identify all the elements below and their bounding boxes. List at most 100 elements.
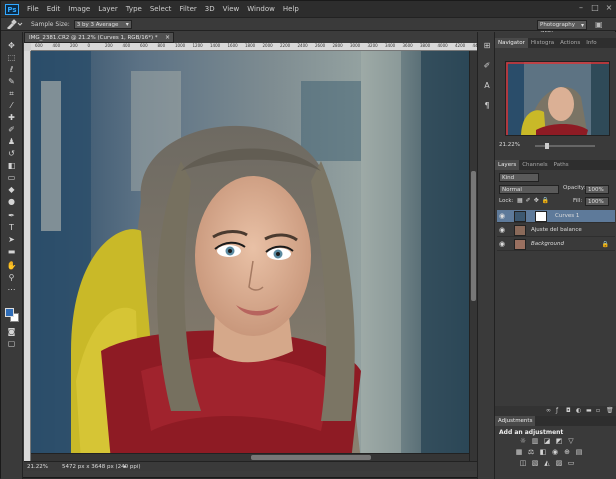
menu-filter[interactable]: Filter bbox=[175, 5, 200, 13]
eyedropper-icon[interactable] bbox=[5, 19, 23, 30]
menu-view[interactable]: View bbox=[219, 5, 244, 13]
extra-tools-icon[interactable]: ⋯ bbox=[4, 284, 19, 295]
fill-input[interactable]: 100% bbox=[585, 197, 609, 206]
lasso-tool-icon[interactable]: ℓ bbox=[4, 64, 19, 75]
layer-mask-thumb[interactable] bbox=[535, 211, 547, 222]
history-brush-tool-icon[interactable]: ↺ bbox=[4, 148, 19, 159]
brush-panel-icon[interactable]: ✐ bbox=[481, 60, 493, 72]
document-tab[interactable]: IMG_2381.CR2 @ 21.2% (Curves 1, RGB/16*)… bbox=[24, 32, 174, 43]
brush-tool-icon[interactable]: ✐ bbox=[4, 124, 19, 135]
paragraph-panel-icon[interactable]: ¶ bbox=[481, 100, 493, 112]
tab-layers[interactable]: Layers bbox=[495, 160, 520, 170]
menu-3d[interactable]: 3D bbox=[201, 5, 219, 13]
fx-icon[interactable]: ƒ bbox=[556, 407, 563, 414]
close-icon[interactable]: × bbox=[605, 4, 613, 12]
menu-type[interactable]: Type bbox=[122, 5, 146, 13]
zoom-tool-icon[interactable]: ⚲ bbox=[4, 272, 19, 283]
canvas[interactable] bbox=[31, 51, 469, 461]
ruler-corner[interactable] bbox=[24, 43, 31, 51]
menu-image[interactable]: Image bbox=[64, 5, 94, 13]
brightness-icon[interactable]: ☼ bbox=[519, 437, 527, 445]
photo-filter-icon[interactable]: ◉ bbox=[551, 448, 559, 456]
selective-color-icon[interactable]: ▨ bbox=[555, 459, 563, 467]
navigator-zoom-knob[interactable] bbox=[545, 143, 549, 149]
hand-tool-icon[interactable]: ✋ bbox=[4, 260, 19, 271]
new-adjustment-icon[interactable]: ◐ bbox=[576, 407, 583, 414]
visibility-eye-icon[interactable]: ◉ bbox=[499, 224, 507, 237]
healing-brush-tool-icon[interactable]: ✚ bbox=[4, 112, 19, 123]
eyedropper-tool-icon[interactable]: ⁄ bbox=[4, 100, 19, 111]
horizontal-scroll-thumb[interactable] bbox=[251, 455, 371, 460]
status-menu-icon[interactable]: ▸ bbox=[124, 462, 127, 472]
channel-mixer-icon[interactable]: ⊕ bbox=[563, 448, 571, 456]
move-tool-icon[interactable]: ✥ bbox=[4, 40, 19, 51]
close-tab-icon[interactable]: × bbox=[165, 33, 170, 43]
tab-paths[interactable]: Paths bbox=[551, 160, 572, 170]
menu-file[interactable]: File bbox=[23, 5, 43, 13]
curves-icon[interactable]: ◪ bbox=[543, 437, 551, 445]
levels-icon[interactable]: ▥ bbox=[531, 437, 539, 445]
navigator-preview[interactable] bbox=[505, 61, 610, 136]
layer-ajuste[interactable]: ◉ Ajuste del balance bbox=[497, 224, 615, 237]
horizontal-scrollbar[interactable] bbox=[31, 453, 469, 461]
vertical-ruler[interactable] bbox=[24, 51, 31, 461]
crop-tool-icon[interactable]: ⌗ bbox=[4, 88, 19, 99]
opacity-input[interactable]: 100% bbox=[585, 185, 609, 194]
layer-background[interactable]: ◉ Background 🔒 bbox=[497, 238, 615, 251]
pen-tool-icon[interactable]: ✒ bbox=[4, 210, 19, 221]
color-balance-icon[interactable]: ⚖ bbox=[527, 448, 535, 456]
horizontal-ruler[interactable]: 600 400 200 0 200 400 600 800 1000 1200 1400 1600 18… bbox=[31, 43, 477, 51]
black-white-icon[interactable]: ◧ bbox=[539, 448, 547, 456]
status-zoom[interactable]: 21.22% bbox=[27, 462, 48, 472]
tab-adjustments[interactable]: Adjustments bbox=[495, 416, 536, 426]
hue-saturation-icon[interactable]: ▦ bbox=[515, 448, 523, 456]
vertical-scroll-thumb[interactable] bbox=[471, 171, 476, 301]
vertical-scrollbar[interactable] bbox=[469, 51, 477, 461]
posterize-icon[interactable]: ▧ bbox=[531, 459, 539, 467]
minimize-icon[interactable]: – bbox=[577, 4, 585, 12]
maximize-icon[interactable]: □ bbox=[591, 4, 599, 12]
type-tool-icon[interactable]: T bbox=[4, 222, 19, 233]
marquee-tool-icon[interactable]: ⬚ bbox=[4, 52, 19, 63]
navigator-zoom-slider[interactable] bbox=[535, 143, 595, 149]
workspace-select[interactable]: Photography (MO) bbox=[537, 20, 587, 37]
delete-layer-icon[interactable]: 🗑 bbox=[606, 407, 614, 414]
workspace-icon[interactable]: ▣ bbox=[595, 20, 609, 30]
threshold-icon[interactable]: ◭ bbox=[543, 459, 551, 467]
sample-size-select[interactable]: 3 by 3 Average bbox=[73, 19, 132, 29]
eraser-tool-icon[interactable]: ◧ bbox=[4, 160, 19, 171]
blur-tool-icon[interactable]: ◆ bbox=[4, 184, 19, 195]
menu-window[interactable]: Window bbox=[243, 5, 279, 13]
tab-channels[interactable]: Channels bbox=[519, 160, 550, 170]
character-panel-icon[interactable]: A bbox=[481, 80, 493, 92]
lock-icons[interactable]: ▦✐✥🔒 bbox=[517, 197, 552, 204]
link-layers-icon[interactable]: ∞ bbox=[546, 407, 553, 414]
quick-select-tool-icon[interactable]: ✎ bbox=[4, 76, 19, 87]
gradient-tool-icon[interactable]: ▭ bbox=[4, 172, 19, 183]
visibility-eye-icon[interactable]: ◉ bbox=[499, 238, 507, 251]
tab-actions[interactable]: Actions bbox=[557, 38, 583, 48]
menu-layer[interactable]: Layer bbox=[94, 5, 122, 13]
gradient-map-icon[interactable]: ▭ bbox=[567, 459, 575, 467]
blend-mode-select[interactable]: Normal bbox=[499, 185, 559, 194]
clone-stamp-tool-icon[interactable]: ♟ bbox=[4, 136, 19, 147]
color-swatches[interactable] bbox=[5, 308, 19, 322]
menu-help[interactable]: Help bbox=[279, 5, 303, 13]
new-group-icon[interactable]: ▬ bbox=[586, 407, 593, 414]
tab-info[interactable]: Info bbox=[583, 38, 599, 48]
new-layer-icon[interactable]: ▫ bbox=[596, 407, 603, 414]
screen-mode-icon[interactable]: ▢ bbox=[4, 338, 19, 349]
history-panel-icon[interactable]: ⊞ bbox=[481, 40, 493, 52]
layer-curves[interactable]: ◉ Curves 1 bbox=[497, 210, 615, 223]
menu-select[interactable]: Select bbox=[146, 5, 176, 13]
add-mask-icon[interactable]: ◘ bbox=[566, 407, 573, 414]
foreground-color-swatch[interactable] bbox=[5, 308, 14, 317]
exposure-icon[interactable]: ◩ bbox=[555, 437, 563, 445]
shape-tool-icon[interactable]: ▬ bbox=[4, 246, 19, 257]
layer-kind-filter[interactable]: Kind bbox=[499, 173, 539, 182]
color-lookup-icon[interactable]: ▤ bbox=[575, 448, 583, 456]
dodge-tool-icon[interactable]: ● bbox=[4, 196, 19, 207]
invert-icon[interactable]: ◫ bbox=[519, 459, 527, 467]
vibrance-icon[interactable]: ▽ bbox=[567, 437, 575, 445]
menu-edit[interactable]: Edit bbox=[43, 5, 65, 13]
